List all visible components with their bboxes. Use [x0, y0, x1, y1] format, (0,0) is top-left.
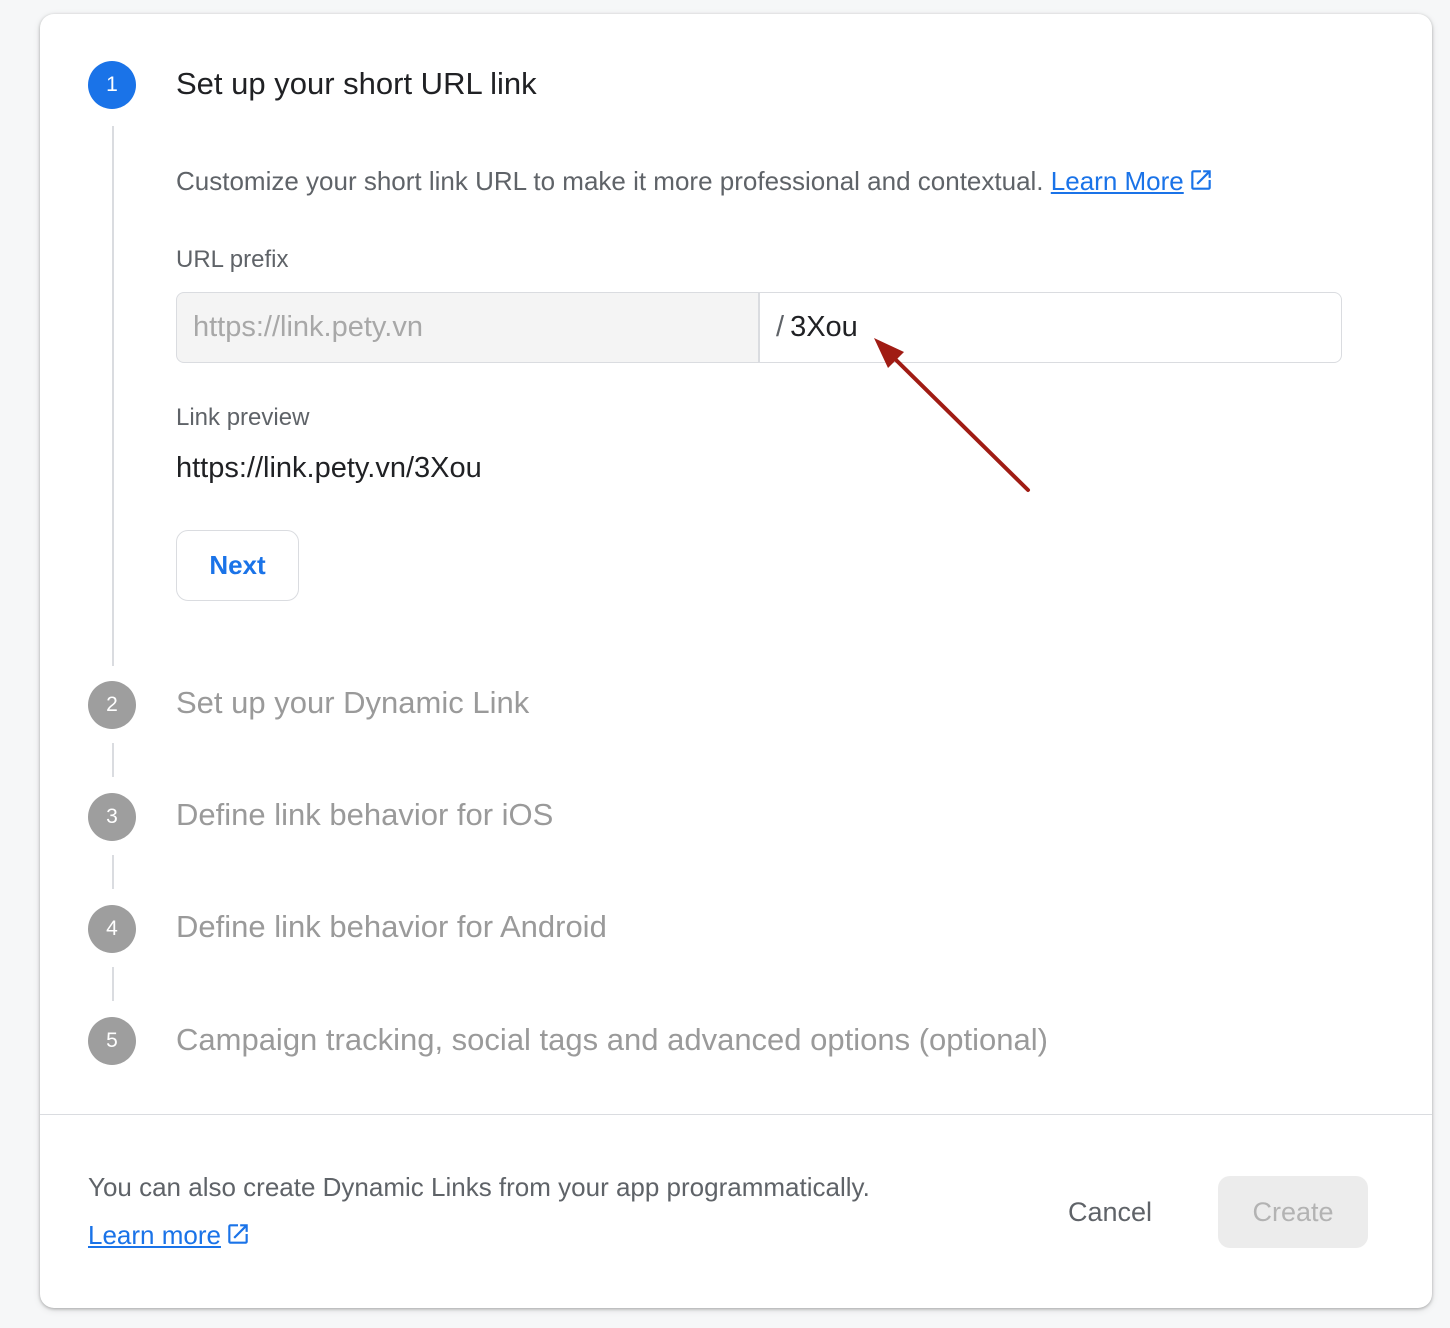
step-4-title[interactable]: Define link behavior for Android — [176, 909, 607, 945]
description-text: Customize your short link URL to make it… — [176, 166, 1044, 196]
step-3-number: 3 — [88, 793, 136, 841]
step-5-title[interactable]: Campaign tracking, social tags and advan… — [176, 1022, 1048, 1058]
footer-learn-more-link[interactable]: Learn more — [88, 1220, 251, 1254]
step-4-number: 4 — [88, 905, 136, 953]
step-1-description: Customize your short link URL to make it… — [176, 166, 1214, 200]
step-connector-1 — [112, 126, 114, 666]
short-link-suffix-input[interactable]: / 3Xou — [759, 292, 1342, 363]
create-dynamic-link-card: 1 Set up your short URL link Customize y… — [40, 14, 1432, 1308]
step-connector-2 — [112, 743, 114, 777]
step-connector-3 — [112, 855, 114, 889]
step-connector-4 — [112, 967, 114, 1001]
link-preview-value: https://link.pety.vn/3Xou — [176, 452, 482, 484]
url-prefix-label: URL prefix — [176, 246, 289, 273]
open-in-new-icon — [1188, 167, 1214, 200]
step-1-number: 1 — [88, 61, 136, 109]
url-prefix-value: https://link.pety.vn — [193, 311, 423, 343]
cancel-button[interactable]: Cancel — [1042, 1176, 1178, 1248]
step-3-title[interactable]: Define link behavior for iOS — [176, 797, 553, 833]
step-2-title[interactable]: Set up your Dynamic Link — [176, 685, 529, 721]
url-prefix-field: https://link.pety.vn — [176, 292, 759, 363]
slash-separator: / — [776, 311, 785, 343]
step-5-number: 5 — [88, 1017, 136, 1065]
learn-more-link[interactable]: Learn More — [1051, 166, 1214, 196]
step-2-number: 2 — [88, 681, 136, 729]
open-in-new-icon — [225, 1221, 251, 1254]
next-button[interactable]: Next — [176, 530, 299, 601]
create-button[interactable]: Create — [1218, 1176, 1368, 1248]
link-preview-label: Link preview — [176, 404, 310, 431]
step-1-title[interactable]: Set up your short URL link — [176, 66, 537, 102]
footer-divider — [40, 1114, 1432, 1115]
suffix-value: 3Xou — [790, 311, 858, 343]
footer-text: You can also create Dynamic Links from y… — [88, 1172, 870, 1202]
